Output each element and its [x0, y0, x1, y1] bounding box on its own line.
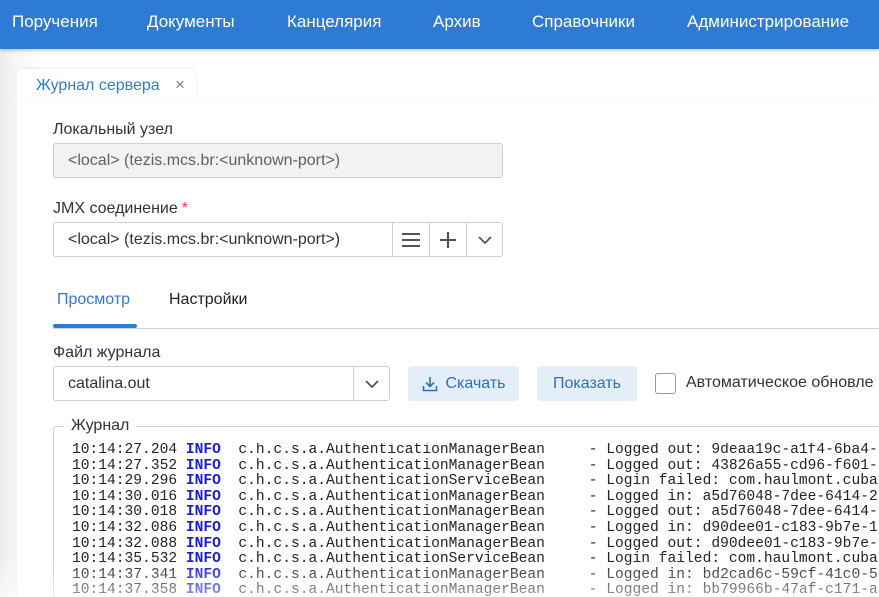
menu-item-administration[interactable]: Администрирование	[687, 12, 849, 32]
log-file-label: Файл журнала	[53, 344, 161, 361]
menu-item-office[interactable]: Канцелярия	[287, 12, 381, 32]
list-icon	[402, 233, 420, 247]
menu-item-archive[interactable]: Архив	[433, 12, 481, 32]
log-line: 10:14:32.086 INFO c.h.c.s.a.Authenticati…	[72, 519, 878, 536]
download-button[interactable]: Скачать	[408, 366, 519, 401]
jmx-lookup-button[interactable]	[392, 223, 429, 257]
download-label: Скачать	[445, 374, 506, 392]
show-label: Показать	[552, 374, 621, 392]
log-line: 10:14:37.341 INFO c.h.c.s.a.Authenticati…	[72, 566, 878, 583]
tab-view[interactable]: Просмотр	[57, 291, 130, 309]
top-menu-bar: Поручения Документы Канцелярия Архив Спр…	[0, 0, 879, 49]
auto-update-checkbox[interactable]	[655, 373, 676, 394]
tabs-divider	[53, 328, 879, 329]
log-line: 10:14:30.018 INFO c.h.c.s.a.Authenticati…	[72, 504, 878, 521]
log-file-dropdown-button[interactable]	[353, 367, 390, 401]
menu-item-references[interactable]: Справочники	[532, 12, 635, 32]
log-title: Журнал	[64, 417, 137, 435]
plus-icon	[440, 232, 456, 248]
log-line: 10:14:35.532 INFO c.h.c.s.a.Authenticati…	[72, 551, 878, 568]
log-line: 10:14:29.296 INFO c.h.c.s.a.Authenticati…	[72, 473, 878, 490]
tab-label: Журнал сервера	[36, 77, 160, 94]
log-line: 10:14:32.088 INFO c.h.c.s.a.Authenticati…	[72, 535, 878, 552]
log-file-value: catalina.out	[68, 375, 150, 392]
tab-server-log[interactable]: Журнал сервера ×	[17, 69, 196, 103]
local-node-field: <local> (tezis.mcs.br:<unknown-port>)	[53, 143, 503, 178]
active-tab-indicator	[53, 324, 137, 328]
download-icon	[422, 376, 437, 391]
close-icon[interactable]: ×	[175, 76, 185, 93]
local-node-value: <local> (tezis.mcs.br:<unknown-port>)	[68, 152, 341, 169]
tab-settings[interactable]: Настройки	[169, 291, 247, 309]
jmx-label: JMX соединение *	[53, 200, 188, 218]
log-file-select[interactable]: catalina.out	[53, 366, 390, 401]
chevron-down-icon	[365, 379, 379, 388]
jmx-label-text: JMX соединение	[53, 200, 178, 217]
jmx-add-button[interactable]	[429, 223, 466, 257]
log-line: 10:14:37.358 INFO c.h.c.s.a.Authenticati…	[72, 582, 878, 597]
jmx-value: <local> (tezis.mcs.br:<unknown-port>)	[68, 231, 341, 248]
auto-update-label: Автоматическое обновле	[686, 374, 874, 391]
local-node-label: Локальный узел	[53, 121, 173, 138]
log-text-area[interactable]: 10:14:27.204 INFO c.h.c.s.a.Authenticati…	[72, 443, 879, 597]
log-line: 10:14:27.204 INFO c.h.c.s.a.Authenticati…	[72, 443, 878, 458]
required-mark: *	[181, 200, 188, 217]
menu-item-documents[interactable]: Документы	[147, 12, 235, 32]
jmx-picker[interactable]: <local> (tezis.mcs.br:<unknown-port>)	[53, 222, 503, 257]
log-line: 10:14:30.016 INFO c.h.c.s.a.Authenticati…	[72, 488, 878, 505]
show-button[interactable]: Показать	[537, 366, 637, 401]
chevron-down-icon	[478, 235, 492, 244]
log-line: 10:14:27.352 INFO c.h.c.s.a.Authenticati…	[72, 457, 878, 474]
jmx-dropdown-button[interactable]	[466, 223, 503, 257]
menu-item-assignments[interactable]: Поручения	[12, 12, 98, 32]
